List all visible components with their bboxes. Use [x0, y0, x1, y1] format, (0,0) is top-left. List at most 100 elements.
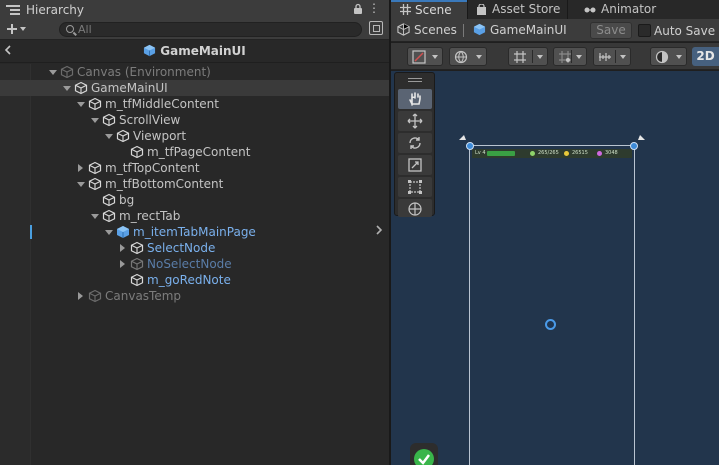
anchor-left-icon[interactable]	[458, 134, 470, 146]
foldout-collapsed-icon[interactable]	[76, 288, 86, 304]
prefab-outline-icon	[130, 241, 144, 255]
tree-item[interactable]: GameMainUI	[0, 80, 389, 96]
scene-viewport[interactable]: Lv 4 265/265 26515 3048	[391, 71, 719, 465]
tab-scene[interactable]: Scene	[391, 0, 467, 19]
unity-scene-icon	[397, 23, 410, 36]
lock-icon[interactable]	[353, 3, 363, 17]
save-button[interactable]: Save	[590, 22, 632, 39]
prefab-path[interactable]: GameMainUI	[473, 23, 567, 37]
checkmark-icon	[414, 449, 434, 465]
rotate-tool[interactable]	[398, 133, 432, 153]
tree-item[interactable]: bg	[0, 192, 389, 208]
move-tool[interactable]	[398, 111, 432, 131]
more-options-icon[interactable]: ⋮	[368, 1, 380, 15]
search-input[interactable]	[78, 22, 348, 37]
tree-item-label: m_tfMiddleContent	[105, 97, 219, 111]
auto-save-checkbox[interactable]	[638, 24, 651, 37]
tree-item-label: m_itemTabMainPage	[133, 225, 256, 239]
tab-animator[interactable]: Animator	[568, 0, 719, 19]
hud-coin-icon	[564, 151, 569, 156]
draw-mode-icon	[412, 50, 426, 64]
scale-tool[interactable]	[398, 155, 432, 175]
grid-snap-icon	[514, 51, 526, 63]
open-prefab-chevron-icon[interactable]	[375, 224, 383, 240]
foldout-expanded-icon[interactable]	[48, 64, 58, 80]
tree-item[interactable]: m_goRedNote	[0, 272, 389, 288]
tree-item-label: m_tfBottomContent	[105, 177, 224, 191]
tree-item[interactable]: NoSelectNode	[0, 256, 389, 272]
foldout-expanded-icon[interactable]	[90, 112, 100, 128]
hud-stat-2: 26515	[572, 150, 588, 156]
move-snap-dropdown[interactable]	[508, 47, 548, 66]
prefab-cube-icon	[473, 23, 486, 36]
search-field[interactable]	[59, 22, 362, 37]
scene-view-toolbar: 2D	[391, 43, 719, 70]
transform-icon	[408, 202, 422, 216]
hand-icon	[409, 92, 421, 106]
cube-outline-icon	[130, 145, 144, 159]
foldout-expanded-icon[interactable]	[90, 208, 100, 224]
foldout-collapsed-icon[interactable]	[76, 160, 86, 176]
tree-item[interactable]: m_tfBottomContent	[0, 176, 389, 192]
scene-visibility-icon[interactable]	[369, 21, 383, 35]
anchor-right-icon[interactable]	[634, 134, 646, 146]
grid-snap-dropdown[interactable]	[553, 47, 587, 66]
tree-item[interactable]: ScrollView	[0, 112, 389, 128]
chevron-down-icon	[476, 55, 482, 59]
tree-item[interactable]: SelectNode	[0, 240, 389, 256]
foldout-collapsed-icon[interactable]	[118, 256, 128, 272]
cube-gray-icon	[88, 289, 102, 303]
tab-asset-store[interactable]: Asset Store	[468, 0, 567, 19]
foldout-expanded-icon[interactable]	[104, 224, 114, 240]
tree-item[interactable]: m_tfTopContent	[0, 160, 389, 176]
scene-panel: Scene Asset Store Animator Scenes GameMa…	[391, 0, 719, 465]
foldout-expanded-icon[interactable]	[76, 96, 86, 112]
tree-item[interactable]: m_rectTab	[0, 208, 389, 224]
add-object-button[interactable]	[4, 20, 32, 38]
chevron-down-icon	[576, 55, 582, 59]
cube-outline-icon	[102, 193, 116, 207]
tree-item[interactable]: CanvasTemp	[0, 288, 389, 304]
sphere-icon	[655, 50, 669, 64]
scene-visibility-dropdown[interactable]	[449, 47, 487, 66]
render-dropdown[interactable]	[650, 47, 687, 66]
breadcrumb: GameMainUI	[0, 41, 389, 63]
prefab-cube-icon	[144, 44, 156, 57]
pivot-handle[interactable]	[545, 319, 556, 330]
draw-mode-dropdown[interactable]	[407, 47, 443, 66]
rotate-icon	[409, 137, 421, 149]
cube-outline-icon	[102, 209, 116, 223]
tab-scene-label: Scene	[415, 3, 452, 17]
transform-tool[interactable]	[398, 199, 432, 217]
tree-item-label: m_tfPageContent	[147, 145, 251, 159]
scenes-label: Scenes	[414, 23, 457, 37]
cube-outline-icon	[116, 129, 130, 143]
tree-item[interactable]: m_tfPageContent	[0, 144, 389, 160]
tab-hierarchy[interactable]: Hierarchy ⋮	[0, 0, 389, 19]
foldout-expanded-icon[interactable]	[104, 128, 114, 144]
mode-2d-toggle[interactable]: 2D	[692, 47, 719, 66]
scenes-breadcrumb[interactable]: Scenes	[397, 23, 457, 37]
drag-handle[interactable]	[408, 78, 422, 82]
grid-icon	[559, 51, 571, 63]
hud-gem-icon	[597, 151, 602, 156]
tree-item[interactable]: m_itemTabMainPage	[0, 224, 389, 240]
canvas-bounds[interactable]	[469, 145, 635, 465]
status-badge	[410, 443, 438, 465]
increment-snap-dropdown[interactable]	[593, 47, 631, 66]
hud-preview: Lv 4 265/265 26515 3048	[472, 149, 632, 158]
cube-outline-icon	[74, 81, 88, 95]
foldout-expanded-icon[interactable]	[62, 80, 72, 96]
rect-tool[interactable]	[398, 177, 432, 197]
hand-tool[interactable]	[398, 89, 432, 109]
cube-outline-icon	[88, 161, 102, 175]
move-icon	[407, 113, 423, 129]
ruler-icon	[599, 53, 611, 61]
foldout-collapsed-icon[interactable]	[118, 240, 128, 256]
foldout-expanded-icon[interactable]	[76, 176, 86, 192]
tree-item[interactable]: m_tfMiddleContent	[0, 96, 389, 112]
tree-item[interactable]: Canvas (Environment)	[0, 64, 389, 80]
tree-item[interactable]: Viewport	[0, 128, 389, 144]
tree-item-label: NoSelectNode	[147, 257, 232, 271]
animator-icon	[584, 7, 596, 13]
